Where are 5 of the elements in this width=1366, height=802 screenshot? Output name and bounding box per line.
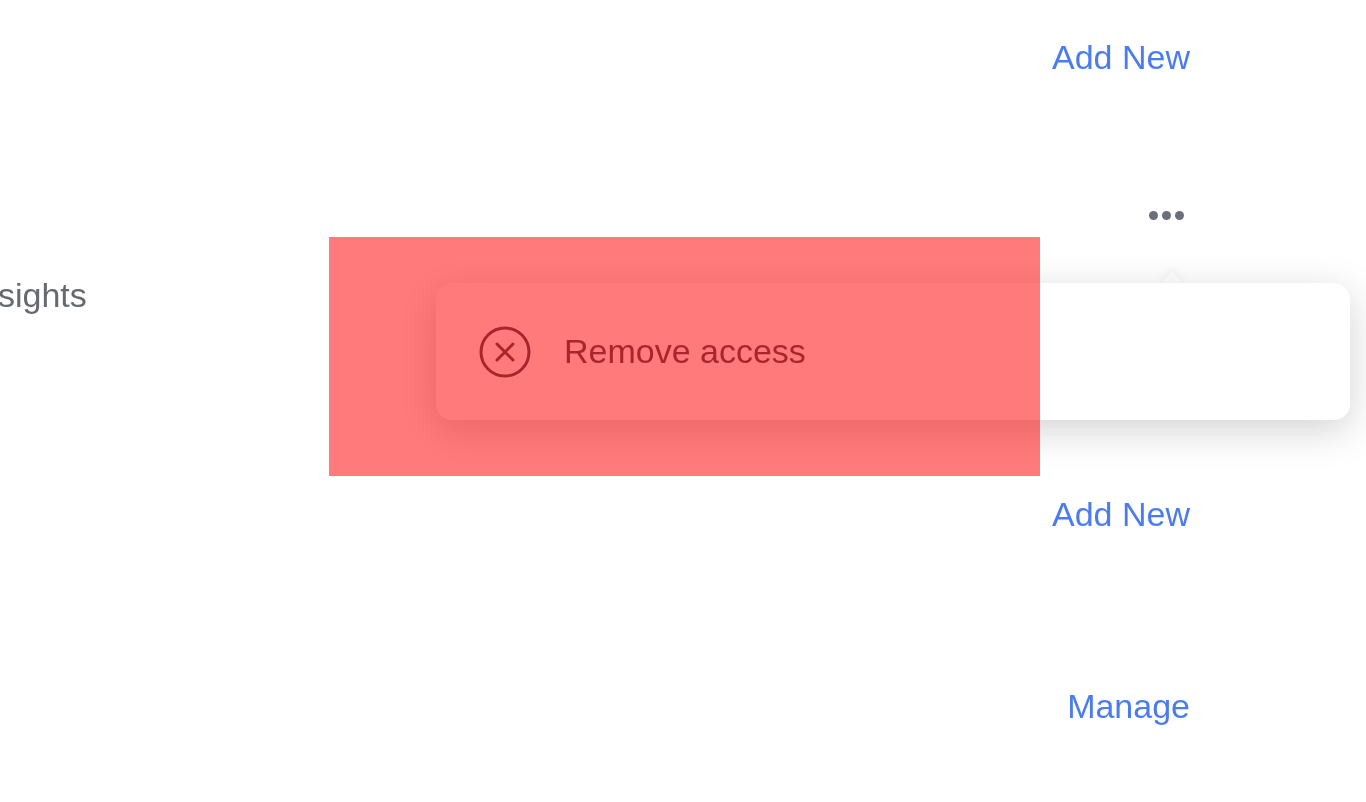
link[interactable]: Add New	[1052, 33, 1190, 81]
link[interactable]: Add New	[1052, 490, 1190, 538]
link[interactable]: Manage	[1067, 682, 1190, 730]
menu-item[interactable]: Remove access	[478, 324, 1308, 379]
close-icon	[478, 324, 532, 379]
